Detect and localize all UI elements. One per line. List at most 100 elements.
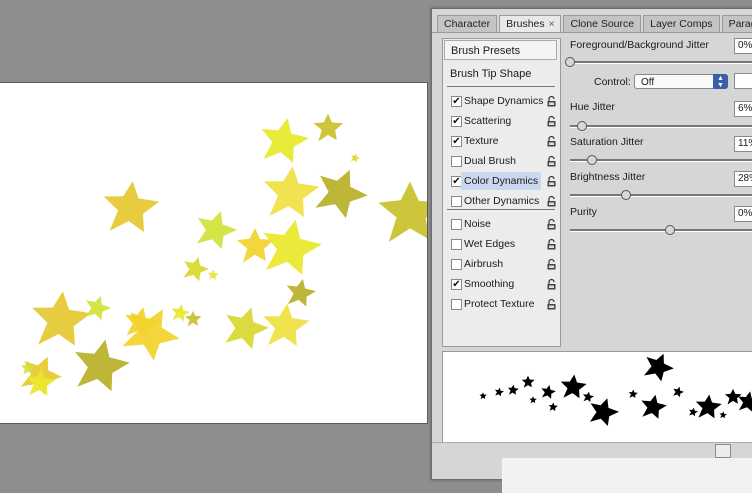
slider-knob[interactable] [621,190,631,200]
option-label: Texture [464,135,499,147]
option-noise[interactable]: Noise [447,215,557,233]
checkbox[interactable] [451,239,462,250]
lock-icon[interactable] [546,175,557,187]
option-airbrush[interactable]: Airbrush [447,255,557,273]
checkbox[interactable] [451,259,462,270]
control-amount-field[interactable] [734,73,752,89]
tab-divider [432,32,752,33]
star-stroke [261,118,309,163]
preview-star [583,391,594,402]
lock-icon[interactable] [546,238,557,250]
checkbox[interactable] [451,196,462,207]
preview-star [673,386,684,398]
slider-knob[interactable] [665,225,675,235]
preview-star [479,392,487,400]
option-other-dynamics[interactable]: Other Dynamics [447,192,557,210]
checkbox[interactable] [451,299,462,310]
star-stroke [103,181,160,232]
checkbox[interactable]: ✔ [451,279,462,290]
hue-jitter-label: Hue Jitter [570,101,615,113]
brush-tip-shape-item[interactable]: Brush Tip Shape [450,68,531,80]
preview-star [541,384,556,399]
lock-icon[interactable] [546,155,557,167]
saturation-jitter-value[interactable]: 11% [734,136,752,152]
checkbox[interactable]: ✔ [451,116,462,127]
preview-star [628,389,638,398]
tab-layer-comps[interactable]: Layer Comps [643,15,720,32]
brush-presets-button[interactable]: Brush Presets [444,40,557,60]
preview-star [521,375,535,388]
preview-star [529,396,537,404]
option-smoothing[interactable]: ✔ Smoothing [447,275,557,293]
lock-icon[interactable] [546,115,557,127]
slider-knob[interactable] [587,155,597,165]
lock-icon[interactable] [546,95,557,107]
star-stroke [378,181,427,242]
new-preset-icon[interactable] [715,444,731,458]
tab-character[interactable]: Character [437,15,498,32]
fg-bg-jitter-slider[interactable] [565,57,752,67]
brightness-jitter-slider[interactable] [570,190,752,200]
star-stroke [313,113,344,142]
option-scattering[interactable]: ✔ Scattering [447,112,557,130]
option-label: Other Dynamics [464,195,540,207]
lock-icon[interactable] [546,278,557,290]
star-stroke [183,257,209,282]
tab-paragraph[interactable]: Paragraph [721,15,752,32]
control-value: Off [641,77,655,88]
lock-icon[interactable] [546,258,557,270]
lock-icon[interactable] [546,218,557,230]
tab-clone-source[interactable]: Clone Source [563,15,642,32]
star-stroke [263,166,320,217]
star-stroke [263,219,322,275]
slider-knob[interactable] [577,121,587,131]
saturation-jitter-label: Saturation Jitter [570,136,644,148]
star-stroke [75,339,130,392]
option-dual-brush[interactable]: Dual Brush [447,152,557,170]
option-label: Airbrush [464,258,504,270]
background-area [502,458,752,493]
brush-options-list: Brush Presets Brush Tip Shape ✔ Shape Dyn… [442,38,561,347]
preview-strokes [479,353,752,426]
preview-star [560,374,587,399]
close-icon[interactable]: × [549,19,555,30]
option-label: Dual Brush [464,155,516,167]
option-wet-edges[interactable]: Wet Edges [447,235,557,253]
fg-bg-jitter-value[interactable]: 0% [734,38,752,54]
brushes-panel: Character Brushes × Clone Source Layer Co… [431,8,752,480]
brightness-jitter-value[interactable]: 28% [734,171,752,187]
document-canvas[interactable] [0,82,428,424]
lock-icon[interactable] [546,195,557,207]
checkbox[interactable] [451,219,462,230]
lock-icon[interactable] [546,135,557,147]
hue-jitter-value[interactable]: 6% [734,101,752,117]
preview-star [507,384,519,395]
option-texture[interactable]: ✔ Texture [447,132,557,150]
slider-knob[interactable] [565,57,575,67]
preview-star [719,411,727,419]
purity-value[interactable]: 0% [734,206,752,222]
star-stroke [171,304,190,322]
preview-star [548,402,558,411]
hue-jitter-slider[interactable] [570,121,752,131]
tab-brushes[interactable]: Brushes × [499,15,562,32]
fg-bg-jitter-label: Foreground/Background Jitter [570,39,709,51]
star-stroke [207,269,219,280]
checkbox[interactable]: ✔ [451,136,462,147]
lock-icon[interactable] [546,298,557,310]
option-protect-texture[interactable]: Protect Texture [447,295,557,313]
option-label: Smoothing [464,278,515,290]
preview-star [641,394,667,419]
control-dropdown[interactable]: Off ▲ ▼ [634,74,728,89]
preview-star [644,353,674,382]
star-stroke [236,228,274,263]
divider [447,86,555,87]
star-stroke [196,211,237,250]
saturation-jitter-slider[interactable] [570,155,752,165]
preview-star [494,387,504,397]
purity-slider[interactable] [570,225,752,235]
checkbox[interactable] [451,156,462,167]
option-shape-dynamics[interactable]: ✔ Shape Dynamics [447,92,557,110]
checkbox[interactable]: ✔ [451,96,462,107]
option-color-dynamics[interactable]: ✔ Color Dynamics [447,172,557,190]
